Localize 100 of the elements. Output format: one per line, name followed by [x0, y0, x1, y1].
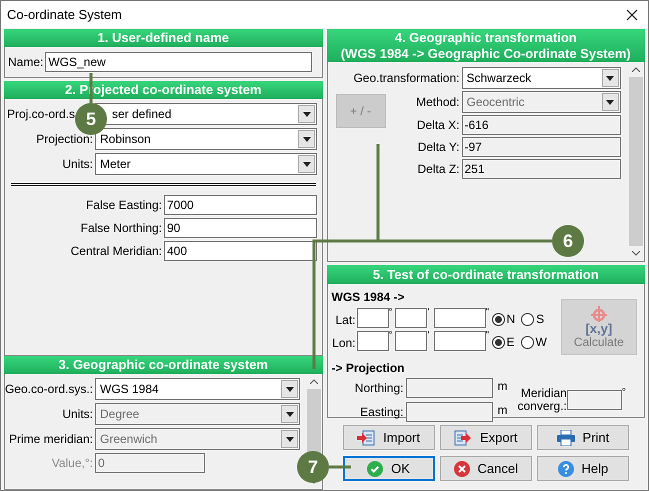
field-label: False Northing:	[80, 220, 162, 237]
scroll-down-icon	[632, 251, 640, 256]
field-label: Units:	[62, 156, 93, 173]
coordinate-label: [x,y]	[585, 322, 612, 336]
input-field[interactable]: 7000	[164, 195, 317, 215]
unit-label: °	[622, 386, 626, 400]
scroll-up-icon	[310, 379, 318, 384]
close-icon[interactable]	[626, 8, 638, 20]
dropdown-field[interactable]: ser defined	[95, 103, 317, 125]
radio-button[interactable]	[492, 336, 504, 348]
section-title: 4. Geographic transformation	[394, 30, 577, 46]
import-icon	[357, 430, 376, 446]
field-label: Delta X:	[416, 117, 460, 134]
input-field[interactable]	[356, 308, 388, 328]
radio-button[interactable]	[520, 336, 534, 348]
field-label: Prime meridian:	[8, 431, 93, 448]
radio-label: W	[536, 334, 547, 351]
section-header: 1. User-defined name	[4, 29, 322, 47]
cancel-button[interactable]: Cancel	[440, 456, 532, 481]
caret-icon	[302, 136, 310, 142]
print-button[interactable]: Print	[536, 425, 629, 450]
input-field[interactable]	[356, 331, 388, 351]
field-label: Value,°:	[52, 455, 93, 472]
input-field[interactable]: 400	[164, 241, 317, 261]
input-field[interactable]: 251	[462, 159, 620, 179]
export-icon	[454, 430, 472, 446]
unit-label: m	[496, 378, 508, 395]
field-label: Lat:	[334, 312, 356, 329]
radio-button[interactable]	[521, 312, 534, 326]
field-label: Central Meridian:	[70, 243, 162, 260]
radio-label: N	[506, 311, 516, 328]
help-icon	[558, 460, 574, 476]
caret-icon	[286, 412, 294, 416]
input-field[interactable]	[406, 378, 492, 398]
callout-badge: 5	[75, 103, 107, 135]
unit-label: m	[496, 402, 508, 419]
field-label: Lon:	[332, 335, 356, 352]
second-mark: "	[486, 331, 490, 341]
dropdown-button[interactable]	[602, 69, 618, 87]
minute-mark: '	[426, 331, 430, 341]
radio-button[interactable]	[492, 312, 504, 326]
field-label: Northing:	[354, 380, 404, 397]
input-field[interactable]: WGS_new	[45, 52, 312, 72]
radio-label: E	[506, 334, 515, 351]
input-field[interactable]	[394, 308, 426, 328]
caret-icon	[606, 100, 614, 104]
input-field[interactable]: -97	[462, 137, 620, 157]
dropdown-field[interactable]: Schwarzeck	[462, 67, 620, 89]
callout-badge: 6	[552, 225, 584, 257]
input-field[interactable]	[566, 390, 622, 410]
field-label: Geo.co-ord.sys.:	[5, 381, 93, 398]
field-label: Method:	[416, 94, 460, 111]
cancel-icon	[454, 460, 470, 476]
scroll-up-icon	[632, 67, 640, 72]
printer-icon	[556, 430, 575, 446]
section-title: 5. Test of co-ordinate transformation	[372, 266, 599, 282]
input-field[interactable]	[434, 308, 486, 328]
field-label: Proj.co-ord.s	[7, 106, 76, 123]
input-field[interactable]	[406, 402, 492, 422]
export-button[interactable]: Export	[440, 425, 532, 450]
caret-icon	[606, 76, 614, 80]
caret-icon	[302, 112, 310, 116]
target-label: -> Projection	[332, 360, 406, 377]
field-label: Geo.transformation:	[353, 70, 460, 87]
second-mark: "	[486, 308, 490, 318]
field-label: Name:	[8, 54, 44, 71]
dropdown-button[interactable]	[298, 130, 315, 148]
field-label: Easting:	[360, 404, 404, 421]
caret-icon	[302, 162, 310, 166]
degree-mark: °	[388, 308, 394, 318]
caret-icon	[286, 436, 294, 442]
leader-line	[329, 466, 351, 468]
caret-icon	[286, 386, 294, 392]
dropdown-button[interactable]	[281, 380, 298, 398]
field-label: Delta Y:	[418, 139, 460, 156]
input-field[interactable]: -616	[462, 115, 620, 135]
callout-badge: 7	[297, 451, 329, 483]
field-label: converg.:	[518, 400, 567, 413]
field-label: Meridian	[520, 387, 567, 400]
section-title: (WGS 1984 -> Geographic Co-ordinate System)	[340, 46, 631, 62]
import-button[interactable]: Import	[342, 425, 435, 450]
minute-mark: '	[426, 308, 430, 318]
check-icon	[367, 460, 384, 476]
input-field[interactable]: 90	[164, 218, 317, 238]
field-label: Units:	[62, 406, 93, 423]
help-button[interactable]: Help	[536, 456, 629, 481]
dropdown-field[interactable]: Meter	[95, 153, 317, 175]
degree-mark: °	[388, 331, 394, 341]
dropdown-field[interactable]: WGS 1984	[95, 378, 300, 400]
dropdown-button[interactable]	[298, 105, 315, 123]
ok-button[interactable]: OK	[342, 456, 435, 481]
input-field[interactable]	[434, 331, 486, 351]
dropdown-button[interactable]	[298, 155, 315, 173]
window-title: Co-ordinate System	[6, 6, 122, 24]
input-field[interactable]	[394, 331, 426, 351]
field-label: False Easting:	[86, 197, 162, 214]
dropdown-field[interactable]: Robinson	[95, 128, 317, 150]
section-header: 3. Geographic co-ordinate system	[4, 356, 322, 374]
source-label: WGS 1984 ->	[332, 289, 406, 306]
field-label: Delta Z:	[417, 161, 460, 178]
